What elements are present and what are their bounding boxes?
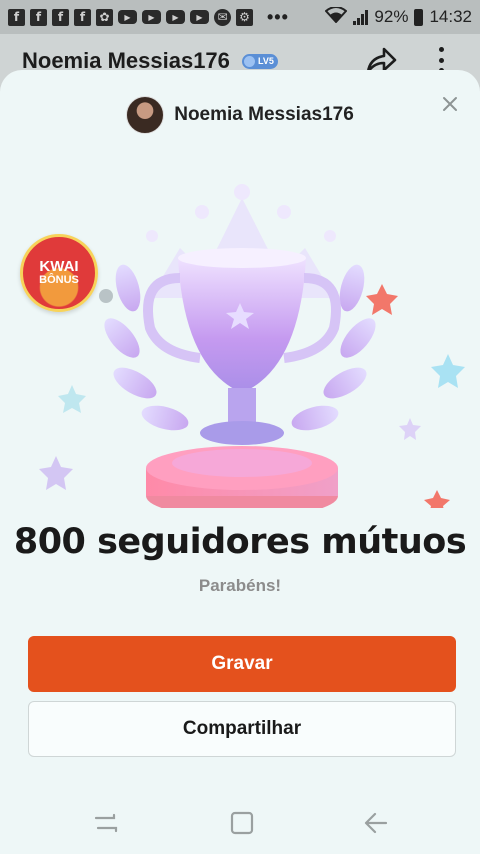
navigation-bar <box>0 790 480 854</box>
kwai-bonus-line1: KWAI <box>39 258 79 276</box>
avatar <box>126 96 165 134</box>
youtube-icon: ▶ <box>118 10 137 24</box>
app-icon: ⚙ <box>236 8 253 26</box>
notification-icons: f f f f ✿ ▶ ▶ ▶ ▶ ✉ ⚙ <box>8 8 253 26</box>
signal-icon <box>353 9 369 25</box>
facebook-icon: f <box>8 8 25 26</box>
back-icon[interactable] <box>362 810 390 836</box>
app-icon: ✿ <box>96 8 113 26</box>
messenger-icon: ✉ <box>214 8 231 26</box>
achievement-sheet: Noemia Messias176 KWAI BÔNUS 800 seguido… <box>0 70 480 854</box>
record-button[interactable]: Gravar <box>28 636 456 692</box>
recent-apps-icon[interactable] <box>92 810 120 836</box>
sheet-username: Noemia Messias176 <box>174 104 354 125</box>
system-status: 92% 14:32 <box>324 5 472 28</box>
achievement-title: 800 seguidores mútuos <box>13 522 467 562</box>
facebook-icon: f <box>52 8 69 26</box>
youtube-icon: ▶ <box>142 10 161 24</box>
close-icon[interactable] <box>440 94 460 114</box>
facebook-icon: f <box>30 8 47 26</box>
home-icon[interactable] <box>228 810 256 836</box>
level-badge: LV5 <box>242 54 278 69</box>
sheet-user-row: Noemia Messias176 <box>0 96 480 134</box>
kwai-bonus-badge[interactable]: KWAI BÔNUS <box>20 234 98 312</box>
youtube-icon: ▶ <box>166 10 185 24</box>
youtube-icon: ▶ <box>190 10 209 24</box>
more-notifications-indicator: ••• <box>267 6 289 27</box>
wifi-icon <box>324 5 348 28</box>
facebook-icon: f <box>74 8 91 26</box>
congrats-text: Parabéns! <box>198 576 282 595</box>
battery-percent: 92% <box>374 7 409 26</box>
trophy-illustration <box>39 184 465 508</box>
battery-icon <box>414 8 424 26</box>
kwai-bonus-line2: BÔNUS <box>39 274 79 287</box>
share-button[interactable]: Compartilhar <box>28 701 456 757</box>
status-bar: f f f f ✿ ▶ ▶ ▶ ▶ ✉ ⚙ ••• 92% 14:32 <box>0 0 480 34</box>
clock: 14:32 <box>429 7 472 26</box>
